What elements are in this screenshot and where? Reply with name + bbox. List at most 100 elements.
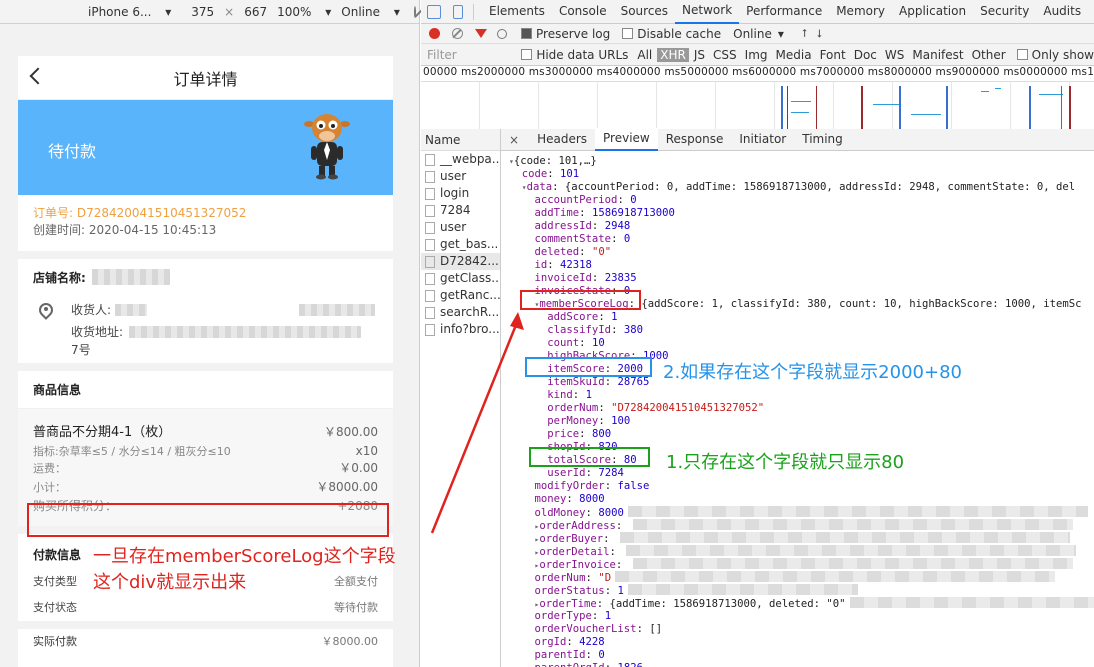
devtools-pane: Elements Console Sources Network Perform…: [421, 0, 1094, 667]
tab-sources[interactable]: Sources: [614, 0, 675, 23]
zoom-select[interactable]: 100% ▾: [277, 5, 331, 19]
filter-icon[interactable]: [475, 29, 487, 38]
search-icon[interactable]: [497, 28, 507, 39]
goods-price: ￥800.00: [324, 425, 378, 439]
json-line: addressId: 2948: [509, 220, 1094, 233]
type-filter-doc[interactable]: Doc: [851, 48, 880, 62]
record-icon[interactable]: [429, 28, 440, 39]
tab-network[interactable]: Network: [675, 0, 740, 24]
json-value: {addScore: 1, classifyId: 380, count: 10…: [641, 298, 1082, 310]
device-toggle-icon[interactable]: [453, 4, 463, 19]
json-value: 2948: [604, 220, 631, 232]
json-key: id: [534, 259, 548, 271]
json-line[interactable]: ▾{code: 101,…}: [509, 155, 1094, 168]
json-colon: :: [598, 402, 612, 414]
pay-row: 支付状态 等待付款: [18, 595, 393, 621]
tab-security[interactable]: Security: [973, 0, 1036, 23]
json-line[interactable]: ▸orderBuyer:: [509, 532, 1094, 545]
request-row[interactable]: __webpa...: [421, 151, 500, 168]
json-line: modifyOrder: false: [509, 480, 1094, 493]
device-select[interactable]: iPhone 6... ▾: [88, 5, 171, 19]
type-filter-xhr[interactable]: XHR: [657, 47, 689, 62]
back-icon[interactable]: [29, 67, 47, 85]
json-value: "D: [598, 572, 612, 584]
json-line: classifyId: 380: [509, 324, 1094, 337]
network-select[interactable]: Online ▾: [341, 5, 400, 19]
type-filter-other[interactable]: Other: [969, 48, 1009, 62]
cow-mascot-icon: [304, 114, 350, 180]
request-row-selected[interactable]: D72842...: [421, 253, 500, 270]
clear-icon[interactable]: [452, 28, 463, 39]
points-row-highlight: [27, 503, 389, 537]
request-name: __webpa...: [440, 152, 500, 166]
only-show-toggle[interactable]: Only show: [1016, 48, 1094, 62]
json-summary: {code: 101,…}: [513, 155, 597, 167]
redacted-block: [619, 532, 1070, 543]
type-filter-js[interactable]: JS: [691, 48, 708, 62]
request-row[interactable]: login: [421, 185, 500, 202]
inspect-icon[interactable]: [427, 4, 441, 19]
json-key: orderType: [534, 610, 592, 622]
json-value: 800: [591, 428, 612, 440]
filter-input[interactable]: Filter: [427, 48, 521, 62]
tab-timing[interactable]: Timing: [794, 129, 851, 150]
tab-initiator[interactable]: Initiator: [731, 129, 794, 150]
request-row[interactable]: user: [421, 219, 500, 236]
close-icon[interactable]: ×: [509, 133, 519, 147]
json-line[interactable]: ▸orderDetail:: [509, 545, 1094, 558]
json-line[interactable]: ▸orderTime: {addTime: 1586918713000, del…: [509, 597, 1094, 610]
tab-elements[interactable]: Elements: [482, 0, 552, 23]
json-key: data: [526, 181, 553, 193]
type-filter-media[interactable]: Media: [773, 48, 815, 62]
hide-data-urls-toggle[interactable]: Hide data URLs: [521, 48, 628, 62]
tab-preview[interactable]: Preview: [595, 128, 658, 151]
request-row[interactable]: searchR...: [421, 304, 500, 321]
hide-data-urls-label: Hide data URLs: [536, 47, 629, 62]
tab-response[interactable]: Response: [658, 129, 732, 150]
tab-application[interactable]: Application: [892, 0, 973, 23]
type-filter-css[interactable]: CSS: [710, 48, 740, 62]
tab-headers[interactable]: Headers: [529, 129, 595, 150]
export-har-icon[interactable]: ⭣: [817, 27, 822, 41]
json-line: addScore: 1: [509, 311, 1094, 324]
throttle-value: Online: [733, 26, 772, 41]
request-row[interactable]: 7284: [421, 202, 500, 219]
request-row[interactable]: getRanc...: [421, 287, 500, 304]
request-row[interactable]: get_bas...: [421, 236, 500, 253]
name-column-header[interactable]: Name: [421, 129, 500, 151]
tab-memory[interactable]: Memory: [829, 0, 892, 23]
rotate-icon[interactable]: [413, 5, 416, 18]
json-line: invoiceId: 23835: [509, 272, 1094, 285]
type-filter-manifest[interactable]: Manifest: [909, 48, 966, 62]
request-row[interactable]: info?bro...: [421, 321, 500, 338]
pay-row-value: 等待付款: [334, 601, 378, 614]
request-row[interactable]: user: [421, 168, 500, 185]
annotation-blue: 2.如果存在这个字段就显示2000+80: [663, 362, 962, 383]
preserve-log-toggle[interactable]: Preserve log: [521, 27, 610, 41]
json-value: 1586918713000: [591, 207, 675, 219]
json-line[interactable]: ▾data: {accountPeriod: 0, addTime: 15869…: [509, 181, 1094, 194]
request-row[interactable]: getClass...: [421, 270, 500, 287]
import-har-icon[interactable]: ⭡: [802, 27, 807, 41]
type-filter-font[interactable]: Font: [817, 48, 849, 62]
json-line[interactable]: ▸orderAddress:: [509, 519, 1094, 532]
type-filter-ws[interactable]: WS: [882, 48, 907, 62]
height-input[interactable]: 667: [244, 5, 267, 19]
json-colon: :: [591, 272, 605, 284]
disable-cache-toggle[interactable]: Disable cache: [622, 27, 721, 41]
json-line[interactable]: ▸orderInvoice:: [509, 558, 1094, 571]
tab-console[interactable]: Console: [552, 0, 614, 23]
type-filter-img[interactable]: Img: [742, 48, 771, 62]
throttle-select[interactable]: Online ▾: [733, 27, 802, 41]
tab-audits[interactable]: Audits: [1036, 0, 1088, 23]
json-line: orgId: 4228: [509, 636, 1094, 649]
type-filter-all[interactable]: All: [634, 48, 655, 62]
tab-performance[interactable]: Performance: [739, 0, 829, 23]
width-input[interactable]: 375: [191, 5, 214, 19]
